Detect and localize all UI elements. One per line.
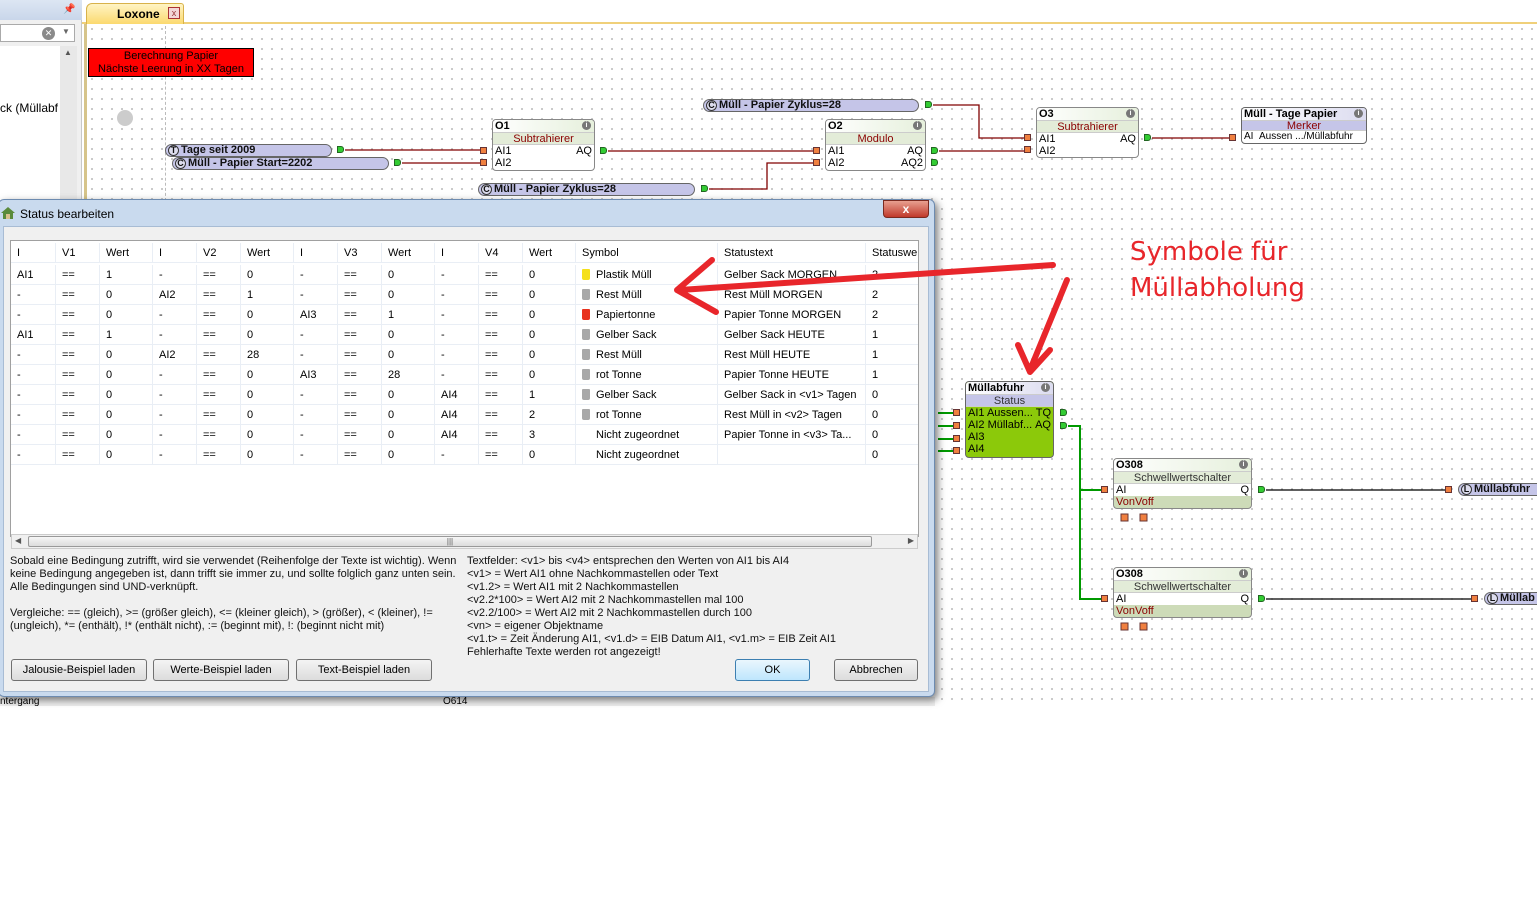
annotation-arrows [674, 257, 1070, 375]
arrow-line [677, 262, 1056, 293]
arrow-line [1027, 277, 1070, 373]
